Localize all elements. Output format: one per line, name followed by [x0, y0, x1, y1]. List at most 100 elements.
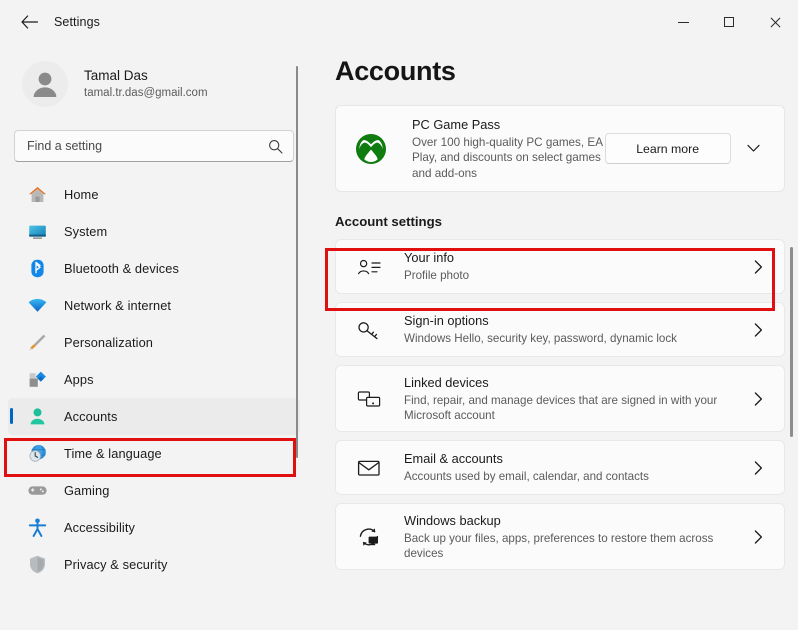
sidebar-item-accounts[interactable]: Accounts: [8, 398, 300, 435]
page-title: Accounts: [335, 56, 456, 86]
maximize-button[interactable]: [706, 0, 752, 44]
sidebar-item-label: Personalization: [64, 335, 153, 350]
game-pass-title: PC Game Pass: [412, 116, 501, 132]
sidebar-item-apps[interactable]: Apps: [8, 361, 300, 398]
close-icon: [769, 16, 781, 28]
wifi-icon: [26, 295, 48, 317]
sidebar-item-label: Bluetooth & devices: [64, 261, 180, 276]
backup-sync-icon: [354, 526, 384, 548]
chevron-right-icon: [748, 259, 768, 274]
setting-row-linked-devices[interactable]: Linked devices Find, repair, and manage …: [335, 365, 785, 432]
sidebar-item-bluetooth[interactable]: Bluetooth & devices: [8, 250, 300, 287]
sidebar-item-home[interactable]: Home: [8, 176, 300, 213]
search-input[interactable]: [27, 139, 268, 153]
sidebar-item-label: Accessibility: [64, 520, 135, 535]
sidebar-item-personalization[interactable]: Personalization: [8, 324, 300, 361]
setting-row-text: Windows backup Back up your files, apps,…: [404, 512, 748, 562]
sidebar-item-label: Home: [64, 187, 99, 202]
apps-icon: [26, 369, 48, 391]
bluetooth-icon: [26, 258, 48, 280]
user-profile[interactable]: Tamal Das tamal.tr.das@gmail.com: [0, 44, 310, 116]
chevron-right-icon: [748, 391, 768, 406]
minimize-button[interactable]: [660, 0, 706, 44]
accessibility-person-icon: [26, 517, 48, 539]
sidebar-item-label: Gaming: [64, 483, 110, 498]
sidebar-item-label: Network & internet: [64, 298, 172, 313]
setting-row-title: Email & accounts: [404, 451, 503, 467]
main-scrollbar[interactable]: [790, 247, 793, 437]
game-pass-card: PC Game Pass Over 100 high-quality PC ga…: [335, 105, 785, 192]
minimize-icon: [677, 21, 689, 23]
profile-text: Tamal Das tamal.tr.das@gmail.com: [84, 67, 208, 101]
sidebar-item-label: Time & language: [64, 446, 162, 461]
search-container: [0, 116, 310, 162]
xbox-logo-icon: [354, 133, 388, 165]
setting-row-subtitle: Find, repair, and manage devices that ar…: [404, 393, 718, 423]
window-controls: [660, 0, 798, 44]
sidebar-item-time-language[interactable]: Time & language: [8, 435, 300, 472]
sidebar-item-gaming[interactable]: Gaming: [8, 472, 300, 509]
shield-icon: [26, 554, 48, 576]
chevron-right-icon: [748, 460, 768, 475]
setting-row-text: Sign-in options Windows Hello, security …: [404, 312, 748, 347]
home-icon: [26, 184, 48, 206]
sidebar-scrollbar[interactable]: [296, 66, 298, 458]
setting-row-title: Sign-in options: [404, 313, 489, 329]
envelope-icon: [354, 458, 384, 478]
paintbrush-icon: [26, 332, 48, 354]
app-title: Settings: [54, 15, 100, 29]
setting-row-subtitle: Accounts used by email, calendar, and co…: [404, 470, 649, 484]
accounts-person-icon: [26, 406, 48, 428]
close-button[interactable]: [752, 0, 798, 44]
game-pass-description: Over 100 high-quality PC games, EA Play,…: [412, 135, 603, 180]
linked-devices-icon: [354, 389, 384, 409]
key-icon: [354, 319, 384, 341]
sidebar-item-network[interactable]: Network & internet: [8, 287, 300, 324]
settings-window: Settings Tamal Das tamal.tr.das@gmail.co…: [0, 0, 798, 630]
setting-row-text: Your info Profile photo: [404, 249, 748, 284]
title-bar: Settings: [0, 0, 798, 44]
chevron-down-icon[interactable]: [737, 133, 770, 164]
learn-more-button[interactable]: Learn more: [604, 133, 731, 164]
chevron-right-icon: [748, 322, 768, 337]
setting-row-text: Linked devices Find, repair, and manage …: [404, 374, 748, 424]
chevron-right-icon: [748, 529, 768, 544]
profile-name: Tamal Das: [84, 68, 148, 83]
setting-row-title: Windows backup: [404, 512, 501, 528]
profile-email: tamal.tr.das@gmail.com: [84, 87, 208, 99]
search-box[interactable]: [14, 130, 294, 162]
sidebar-nav: Home System Bluetooth & devices Network …: [0, 176, 310, 583]
system-monitor-icon: [26, 221, 48, 243]
sidebar-item-label: Apps: [64, 372, 94, 387]
main-content: Accounts PC Game Pass Over 100 high-qual…: [310, 44, 798, 630]
maximize-icon: [724, 17, 734, 27]
search-icon[interactable]: [268, 139, 283, 154]
setting-row-email-accounts[interactable]: Email & accounts Accounts used by email,…: [335, 440, 785, 495]
sidebar-item-privacy-security[interactable]: Privacy & security: [8, 546, 300, 583]
section-title-account-settings: Account settings: [335, 214, 442, 229]
window-body: Tamal Das tamal.tr.das@gmail.com Find a …: [0, 44, 798, 630]
setting-row-windows-backup[interactable]: Windows backup Back up your files, apps,…: [335, 503, 785, 570]
sidebar-item-label: Accounts: [64, 409, 118, 424]
setting-row-text: Email & accounts Accounts used by email,…: [404, 450, 748, 485]
setting-row-title: Linked devices: [404, 374, 489, 390]
setting-row-subtitle: Back up your files, apps, preferences to…: [404, 531, 714, 561]
setting-row-title: Your info: [404, 250, 455, 266]
back-button[interactable]: [12, 7, 46, 37]
back-arrow-icon: [20, 15, 38, 29]
sidebar: Tamal Das tamal.tr.das@gmail.com Find a …: [0, 44, 310, 630]
clock-globe-icon: [26, 443, 48, 465]
sidebar-item-label: Privacy & security: [64, 557, 168, 572]
user-avatar-icon: [33, 72, 57, 97]
sidebar-item-accessibility[interactable]: Accessibility: [8, 509, 300, 546]
sidebar-item-label: System: [64, 224, 108, 239]
avatar: [22, 61, 68, 107]
gamepad-icon: [26, 480, 48, 502]
setting-row-sign-in-options[interactable]: Sign-in options Windows Hello, security …: [335, 302, 785, 357]
setting-row-subtitle: Windows Hello, security key, password, d…: [404, 332, 677, 346]
sidebar-item-system[interactable]: System: [8, 213, 300, 250]
setting-row-subtitle: Profile photo: [404, 269, 470, 283]
setting-row-your-info[interactable]: Your info Profile photo: [335, 239, 785, 294]
game-pass-text: PC Game Pass Over 100 high-quality PC ga…: [412, 116, 605, 182]
contact-card-icon: [354, 257, 384, 277]
